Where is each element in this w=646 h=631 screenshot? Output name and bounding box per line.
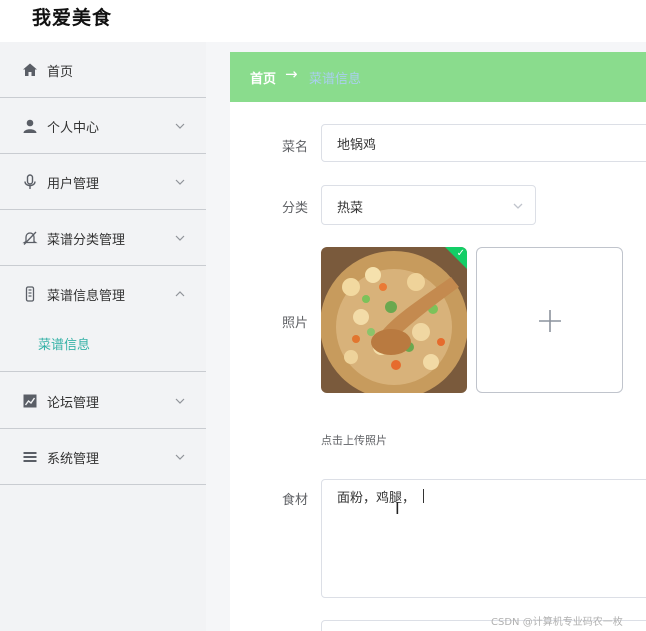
category-select-value: 热菜 bbox=[337, 201, 364, 216]
breadcrumb: 首页 → 菜谱信息 bbox=[230, 52, 646, 102]
list-icon bbox=[23, 452, 37, 462]
category-select[interactable]: 热菜 bbox=[321, 185, 536, 225]
bell-off-icon bbox=[22, 231, 38, 245]
sidebar-item-system[interactable]: 系统管理 bbox=[0, 429, 206, 485]
upload-hint: 点击上传照片 bbox=[321, 434, 387, 447]
sidebar-item-label: 菜谱信息管理 bbox=[47, 289, 126, 304]
name-input[interactable]: 地锅鸡 bbox=[321, 124, 646, 162]
ingredients-textarea[interactable]: 面粉，鸡腿， I bbox=[321, 479, 646, 598]
chevron-down-icon bbox=[175, 179, 185, 185]
chevron-up-icon bbox=[175, 291, 185, 297]
sidebar-item-home[interactable]: 首页 bbox=[0, 42, 206, 98]
sidebar-item-label: 菜谱分类管理 bbox=[47, 233, 126, 248]
sidebar-item-label: 系统管理 bbox=[47, 452, 100, 467]
top-bar: 我爱美食 bbox=[0, 0, 646, 42]
home-icon bbox=[23, 63, 37, 76]
uploaded-photo[interactable]: ✓ bbox=[321, 247, 467, 393]
sidebar-item-label: 个人中心 bbox=[47, 121, 100, 136]
ingredients-label: 食材 bbox=[282, 493, 309, 508]
chevron-down-icon bbox=[513, 203, 523, 209]
check-icon: ✓ bbox=[456, 248, 465, 259]
plus-icon bbox=[539, 310, 561, 332]
breadcrumb-separator: → bbox=[285, 65, 298, 83]
phone-icon bbox=[25, 286, 35, 302]
name-input-value: 地锅鸡 bbox=[337, 138, 377, 153]
watermark: CSDN @计算机专业码农一枚 bbox=[491, 617, 623, 628]
chevron-down-icon bbox=[175, 123, 185, 129]
user-icon bbox=[23, 119, 37, 133]
sidebar: 首页 个人中心 用户管理 菜谱分类管理 菜谱信息管理 菜谱信息 论坛管理 系统管… bbox=[0, 42, 206, 631]
submenu-label: 菜谱信息 bbox=[38, 338, 91, 353]
breadcrumb-home[interactable]: 首页 bbox=[250, 68, 276, 87]
sidebar-item-label: 论坛管理 bbox=[47, 396, 100, 411]
chart-icon bbox=[23, 394, 37, 408]
sidebar-item-profile[interactable]: 个人中心 bbox=[0, 98, 206, 154]
sidebar-item-forum[interactable]: 论坛管理 bbox=[0, 373, 206, 429]
app-title: 我爱美食 bbox=[32, 7, 113, 29]
sidebar-item-label: 首页 bbox=[47, 65, 74, 80]
name-label: 菜名 bbox=[282, 140, 309, 155]
microphone-icon bbox=[24, 174, 36, 189]
ibeam-cursor-icon: I bbox=[395, 499, 400, 518]
upload-button[interactable] bbox=[476, 247, 623, 393]
photo-label: 照片 bbox=[282, 316, 309, 331]
breadcrumb-current: 菜谱信息 bbox=[309, 72, 362, 87]
ingredients-value: 面粉，鸡腿， bbox=[337, 491, 416, 506]
sidebar-item-recipe-category[interactable]: 菜谱分类管理 bbox=[0, 210, 206, 266]
category-label: 分类 bbox=[282, 201, 309, 216]
sidebar-subitem-recipe-info[interactable]: 菜谱信息 bbox=[0, 322, 206, 372]
sidebar-item-recipe-info[interactable]: 菜谱信息管理 bbox=[0, 266, 206, 322]
chevron-down-icon bbox=[175, 398, 185, 404]
sidebar-item-label: 用户管理 bbox=[47, 177, 100, 192]
sidebar-item-users[interactable]: 用户管理 bbox=[0, 154, 206, 210]
chevron-down-icon bbox=[175, 235, 185, 241]
text-cursor bbox=[423, 489, 424, 503]
chevron-down-icon bbox=[175, 454, 185, 460]
